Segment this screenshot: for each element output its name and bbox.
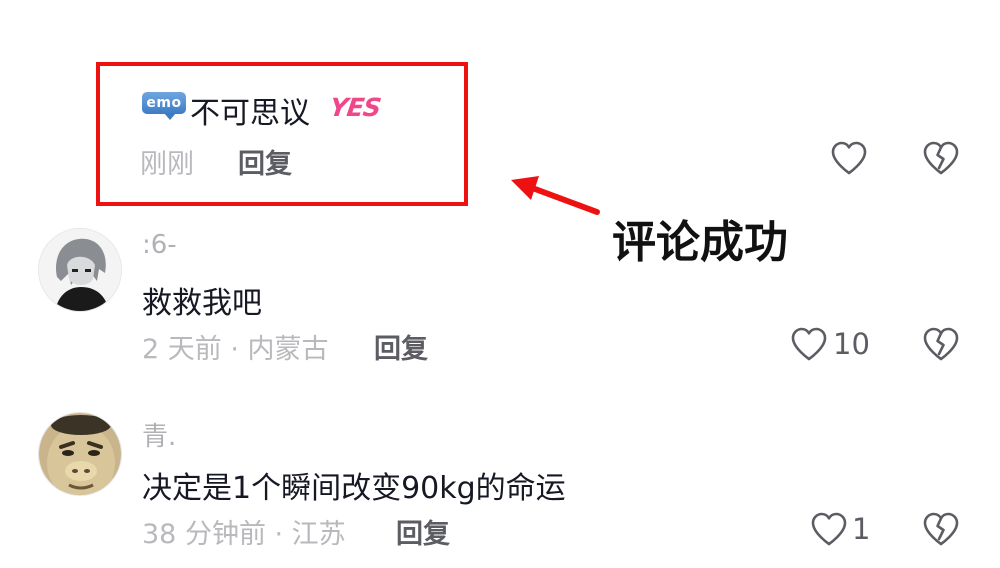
avatar[interactable] [38, 228, 122, 312]
red-arrow-icon [505, 172, 605, 222]
face-photo-avatar-icon [39, 413, 121, 495]
comment-text: 决定是1个瞬间改变90kg的命运 [142, 471, 566, 506]
broken-heart-icon[interactable] [922, 511, 960, 547]
reply-button[interactable]: 回复 [396, 512, 450, 551]
comment-meta: 38 分钟前 · 江苏 [142, 519, 346, 550]
comment-username[interactable]: 青. [142, 416, 176, 453]
emo-badge-icon: emo [142, 92, 186, 120]
heart-outline-icon[interactable] [810, 511, 848, 547]
like-count: 1 [852, 512, 871, 546]
highlight-box [96, 62, 468, 206]
highlighted-comment-text: 不可思议 [190, 96, 310, 131]
reply-button[interactable]: 回复 [374, 327, 428, 366]
like-count: 10 [833, 327, 870, 361]
heart-outline-icon[interactable] [790, 326, 828, 362]
annotation-label: 评论成功 [612, 217, 788, 268]
reply-button[interactable]: 回复 [238, 142, 292, 181]
avatar[interactable] [38, 412, 122, 496]
comment-meta: 2 天前 · 内蒙古 [142, 334, 329, 365]
heart-outline-icon[interactable] [830, 140, 868, 176]
broken-heart-icon[interactable] [922, 140, 960, 176]
yes-sticker: YES [327, 93, 383, 122]
comment-time: 刚刚 [140, 149, 194, 180]
broken-heart-icon[interactable] [922, 326, 960, 362]
comment-text: 救救我吧 [142, 286, 262, 321]
anime-character-avatar-icon [39, 229, 121, 311]
comment-username[interactable]: :6- [142, 230, 177, 260]
